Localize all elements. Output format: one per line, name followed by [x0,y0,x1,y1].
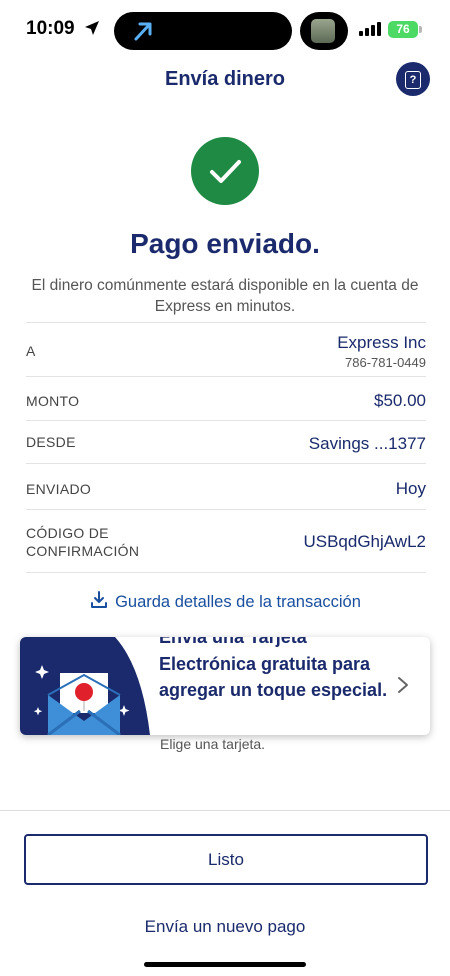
download-icon [91,591,108,608]
battery-icon: 76 [388,21,418,38]
save-details-label: Guarda detalles de la transacción [115,593,361,611]
sent-value: Hoy [395,479,426,498]
detail-row-sent: ENVIADO Hoy [26,463,426,510]
help-icon: ? [405,71,421,90]
detail-row-amount: MONTO $50.00 [26,376,426,421]
envelope-card-icon [20,637,150,735]
ecard-promo-text: Envía una Tarjeta Electrónica gratuita p… [159,637,388,700]
success-badge [191,137,259,205]
help-button[interactable]: ? [396,62,430,96]
sent-label: ENVIADO [26,481,92,497]
recipient-name: Express Inc [337,333,426,352]
recipient-label: A [26,343,36,359]
success-title: Pago enviado. [130,228,320,259]
chevron-right-icon [398,677,408,693]
success-message: El dinero comúnmente estará disponible e… [31,277,419,315]
confirmation-label-line2: CONFIRMACIÓN [26,543,140,559]
checkmark-icon [210,160,241,183]
amount-value: $50.00 [374,391,426,410]
status-time: 10:09 [26,18,75,39]
arrow-up-right-icon [134,22,152,41]
signal-icon [359,22,381,36]
new-payment-link[interactable]: Envía un nuevo pago [0,917,450,937]
home-indicator[interactable] [144,962,306,967]
live-activity-thumbnail[interactable] [311,19,335,43]
done-button[interactable]: Listo [24,834,428,885]
footer-divider [0,810,450,811]
ecard-promo-card[interactable]: Envía una Tarjeta Electrónica gratuita p… [20,637,430,735]
detail-row-confirmation: CÓDIGO DE CONFIRMACIÓN USBqdGhjAwL2 [26,509,426,573]
amount-label: MONTO [26,393,80,409]
save-details-link[interactable]: Guarda detalles de la transacción [0,590,450,612]
confirmation-label-line1: CÓDIGO DE [26,525,109,541]
location-arrow-icon [85,21,99,35]
battery-cap [419,26,422,33]
recipient-phone: 786-781-0449 [345,355,426,370]
page-title: Envía dinero [164,68,286,90]
ecard-subtext: Elige una tarjeta. [160,736,266,752]
detail-row-recipient: A Express Inc 786-781-0449 [26,322,426,377]
from-value: Savings ...1377 [308,434,426,453]
detail-row-from: DESDE Savings ...1377 [26,420,426,464]
confirmation-code: USBqdGhjAwL2 [303,532,426,551]
confirmation-label: CÓDIGO DE CONFIRMACIÓN [26,524,139,560]
from-label: DESDE [26,434,76,450]
